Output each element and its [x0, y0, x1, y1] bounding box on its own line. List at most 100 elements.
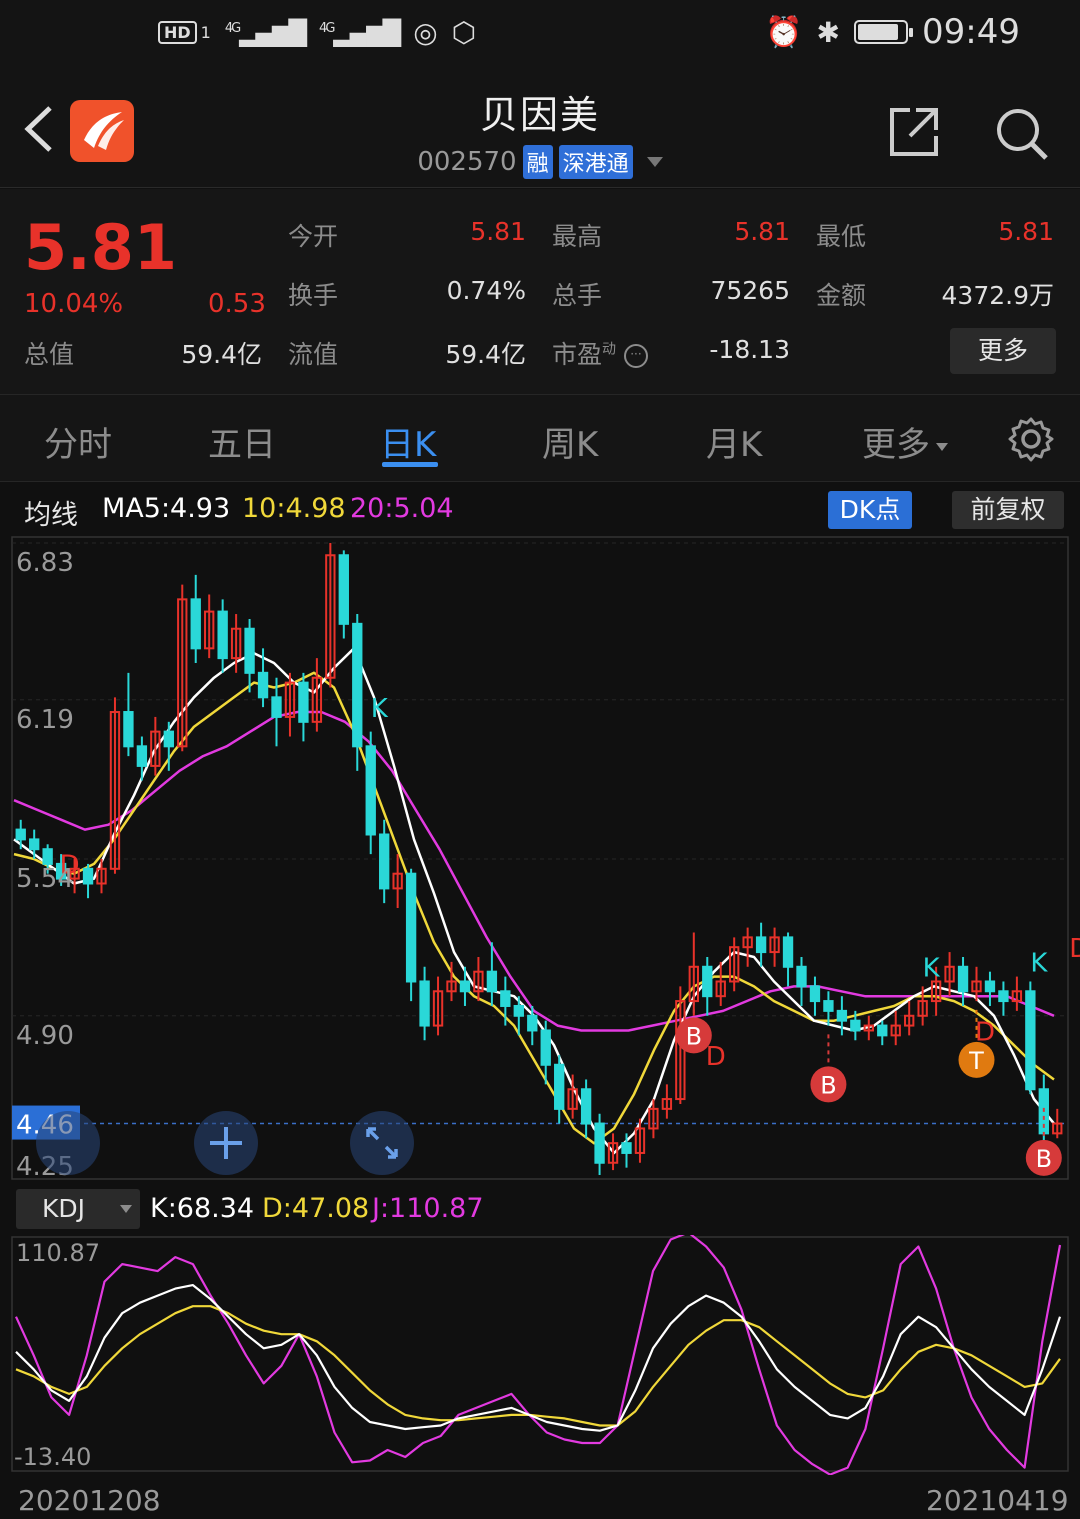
candle: [594, 1122, 605, 1164]
turnover-value: 0.74%: [446, 276, 526, 305]
kdj-k-line: [15, 1283, 1062, 1432]
signal-icon: 4G▂▄▆█: [224, 18, 307, 47]
dk-point-button[interactable]: DK点: [828, 491, 912, 529]
shield-icon: ⬡: [451, 16, 477, 49]
kdj-k-value: K:68.34: [150, 1193, 255, 1224]
candle: [190, 598, 201, 650]
adjust-button[interactable]: 前复权: [952, 491, 1064, 529]
candle: [877, 1024, 888, 1037]
candle: [379, 833, 390, 890]
last-price: 5.81: [24, 211, 177, 284]
candle: [984, 980, 996, 993]
active-tab-indicator: [382, 462, 438, 467]
candle: [15, 828, 26, 841]
price-axis-2: 6.19: [16, 705, 74, 735]
indicator-selector[interactable]: KDJ: [16, 1189, 140, 1229]
candle: [836, 1009, 848, 1022]
chevron-down-icon[interactable]: [646, 157, 663, 167]
change-amount: 0.53: [208, 289, 266, 319]
caret-down-icon: [936, 442, 948, 451]
pe-value: -18.13: [709, 335, 790, 364]
alarm-icon: ⏰: [765, 14, 803, 50]
kdj-j-line: [15, 1231, 1062, 1476]
tab-five-day[interactable]: 五日: [208, 417, 276, 466]
amount-value: 4372.9万: [941, 281, 1054, 310]
candle: [136, 745, 148, 767]
stock-header: 贝因美 002570 融 深港通: [0, 70, 1080, 188]
ma5-line: [13, 647, 1055, 1155]
candle: [298, 681, 309, 723]
start-date: 20201208: [18, 1484, 161, 1517]
volume-label: 总手: [552, 281, 603, 310]
candle: [82, 867, 94, 885]
candle: [702, 965, 713, 998]
candle: [257, 671, 269, 699]
candle: [405, 872, 417, 983]
ma20-value: 20:5.04: [350, 493, 454, 524]
tab-intraday[interactable]: 分时: [44, 417, 112, 466]
candle: [352, 622, 363, 748]
candle: [29, 838, 40, 851]
chart-period-tabs: 分时 五日 日K 周K 月K 更多: [0, 394, 1080, 482]
price-axis-4: 4.90: [16, 1021, 74, 1051]
candle: [580, 1088, 592, 1125]
share-icon[interactable]: [888, 106, 940, 162]
total-value: 59.4亿: [181, 340, 262, 369]
candle: [244, 627, 255, 674]
k-signal: K: [371, 694, 389, 724]
ma10-value: 10:4.98: [242, 493, 346, 524]
kdj-d-line: [15, 1305, 1061, 1427]
signal-label: B: [1036, 1145, 1052, 1173]
d-signal: D: [1069, 934, 1080, 964]
pe-label: 市盈动 ···: [552, 335, 648, 371]
zoom-in-button[interactable]: [194, 1111, 258, 1175]
info-icon[interactable]: ···: [623, 344, 648, 368]
tab-more[interactable]: 更多: [862, 417, 948, 466]
end-date: 20210419: [926, 1484, 1069, 1517]
candle: [527, 1014, 538, 1032]
candle: [217, 610, 228, 660]
candle: [271, 696, 282, 718]
hd-icon: HD: [158, 21, 197, 44]
ma-legend: 均线 MA5:4.93 10:4.98 20:5.04 DK点 前复权: [0, 483, 1080, 535]
kdj-d-value: D:47.08: [262, 1193, 370, 1224]
tab-month-k[interactable]: 月K: [706, 417, 762, 466]
quote-panel: 5.81 10.04% 0.53 总值 59.4亿 今开 5.81 最高 5.8…: [0, 189, 1080, 394]
fullscreen-button[interactable]: [350, 1111, 414, 1175]
candle: [123, 711, 134, 748]
connect-tag: 深港通: [558, 145, 633, 179]
more-quote-button[interactable]: 更多: [950, 328, 1056, 374]
zoom-out-button[interactable]: [36, 1111, 100, 1175]
tab-week-k[interactable]: 周K: [542, 417, 598, 466]
volume-value: 75265: [710, 276, 790, 305]
kdj-axis-bottom: -13.40: [14, 1443, 91, 1471]
price-axis-top: 6.83: [16, 548, 74, 578]
k-signal: K: [1030, 949, 1048, 979]
tab-day-k[interactable]: 日K: [380, 417, 436, 466]
kline-chart[interactable]: DKBDBKDTKDB 6.836.195.544.904.254.46: [0, 535, 1080, 1185]
kdj-j-value: J:110.87: [372, 1193, 484, 1224]
status-bar: HD 1 4G▂▄▆█ 4G▂▄▆█ ◎ ⬡ ⏰ ✱ 09:49: [0, 0, 1080, 70]
turnover-label: 换手: [288, 281, 339, 310]
vpn-icon: ◎: [413, 16, 438, 49]
open-label: 今开: [288, 222, 339, 251]
signal-label: B: [820, 1071, 836, 1099]
margin-tag: 融: [522, 145, 553, 179]
candle: [621, 1142, 632, 1154]
candle: [459, 980, 471, 993]
high-value: 5.81: [734, 217, 790, 246]
candle: [796, 965, 807, 988]
k-signal: K: [923, 954, 941, 984]
candle: [1025, 990, 1036, 1091]
candle: [782, 936, 794, 968]
float-value-label: 流值: [288, 340, 339, 369]
kdj-chart[interactable]: 110.87 -13.40: [0, 1231, 1080, 1476]
candle: [809, 985, 821, 1003]
candle: [957, 965, 969, 993]
candle: [554, 1063, 565, 1110]
search-icon[interactable]: [994, 106, 1050, 166]
ma20-line: [13, 710, 1055, 1032]
candle: [500, 990, 511, 1007]
signal-label: T: [968, 1047, 984, 1075]
gear-icon[interactable]: [1008, 416, 1054, 466]
